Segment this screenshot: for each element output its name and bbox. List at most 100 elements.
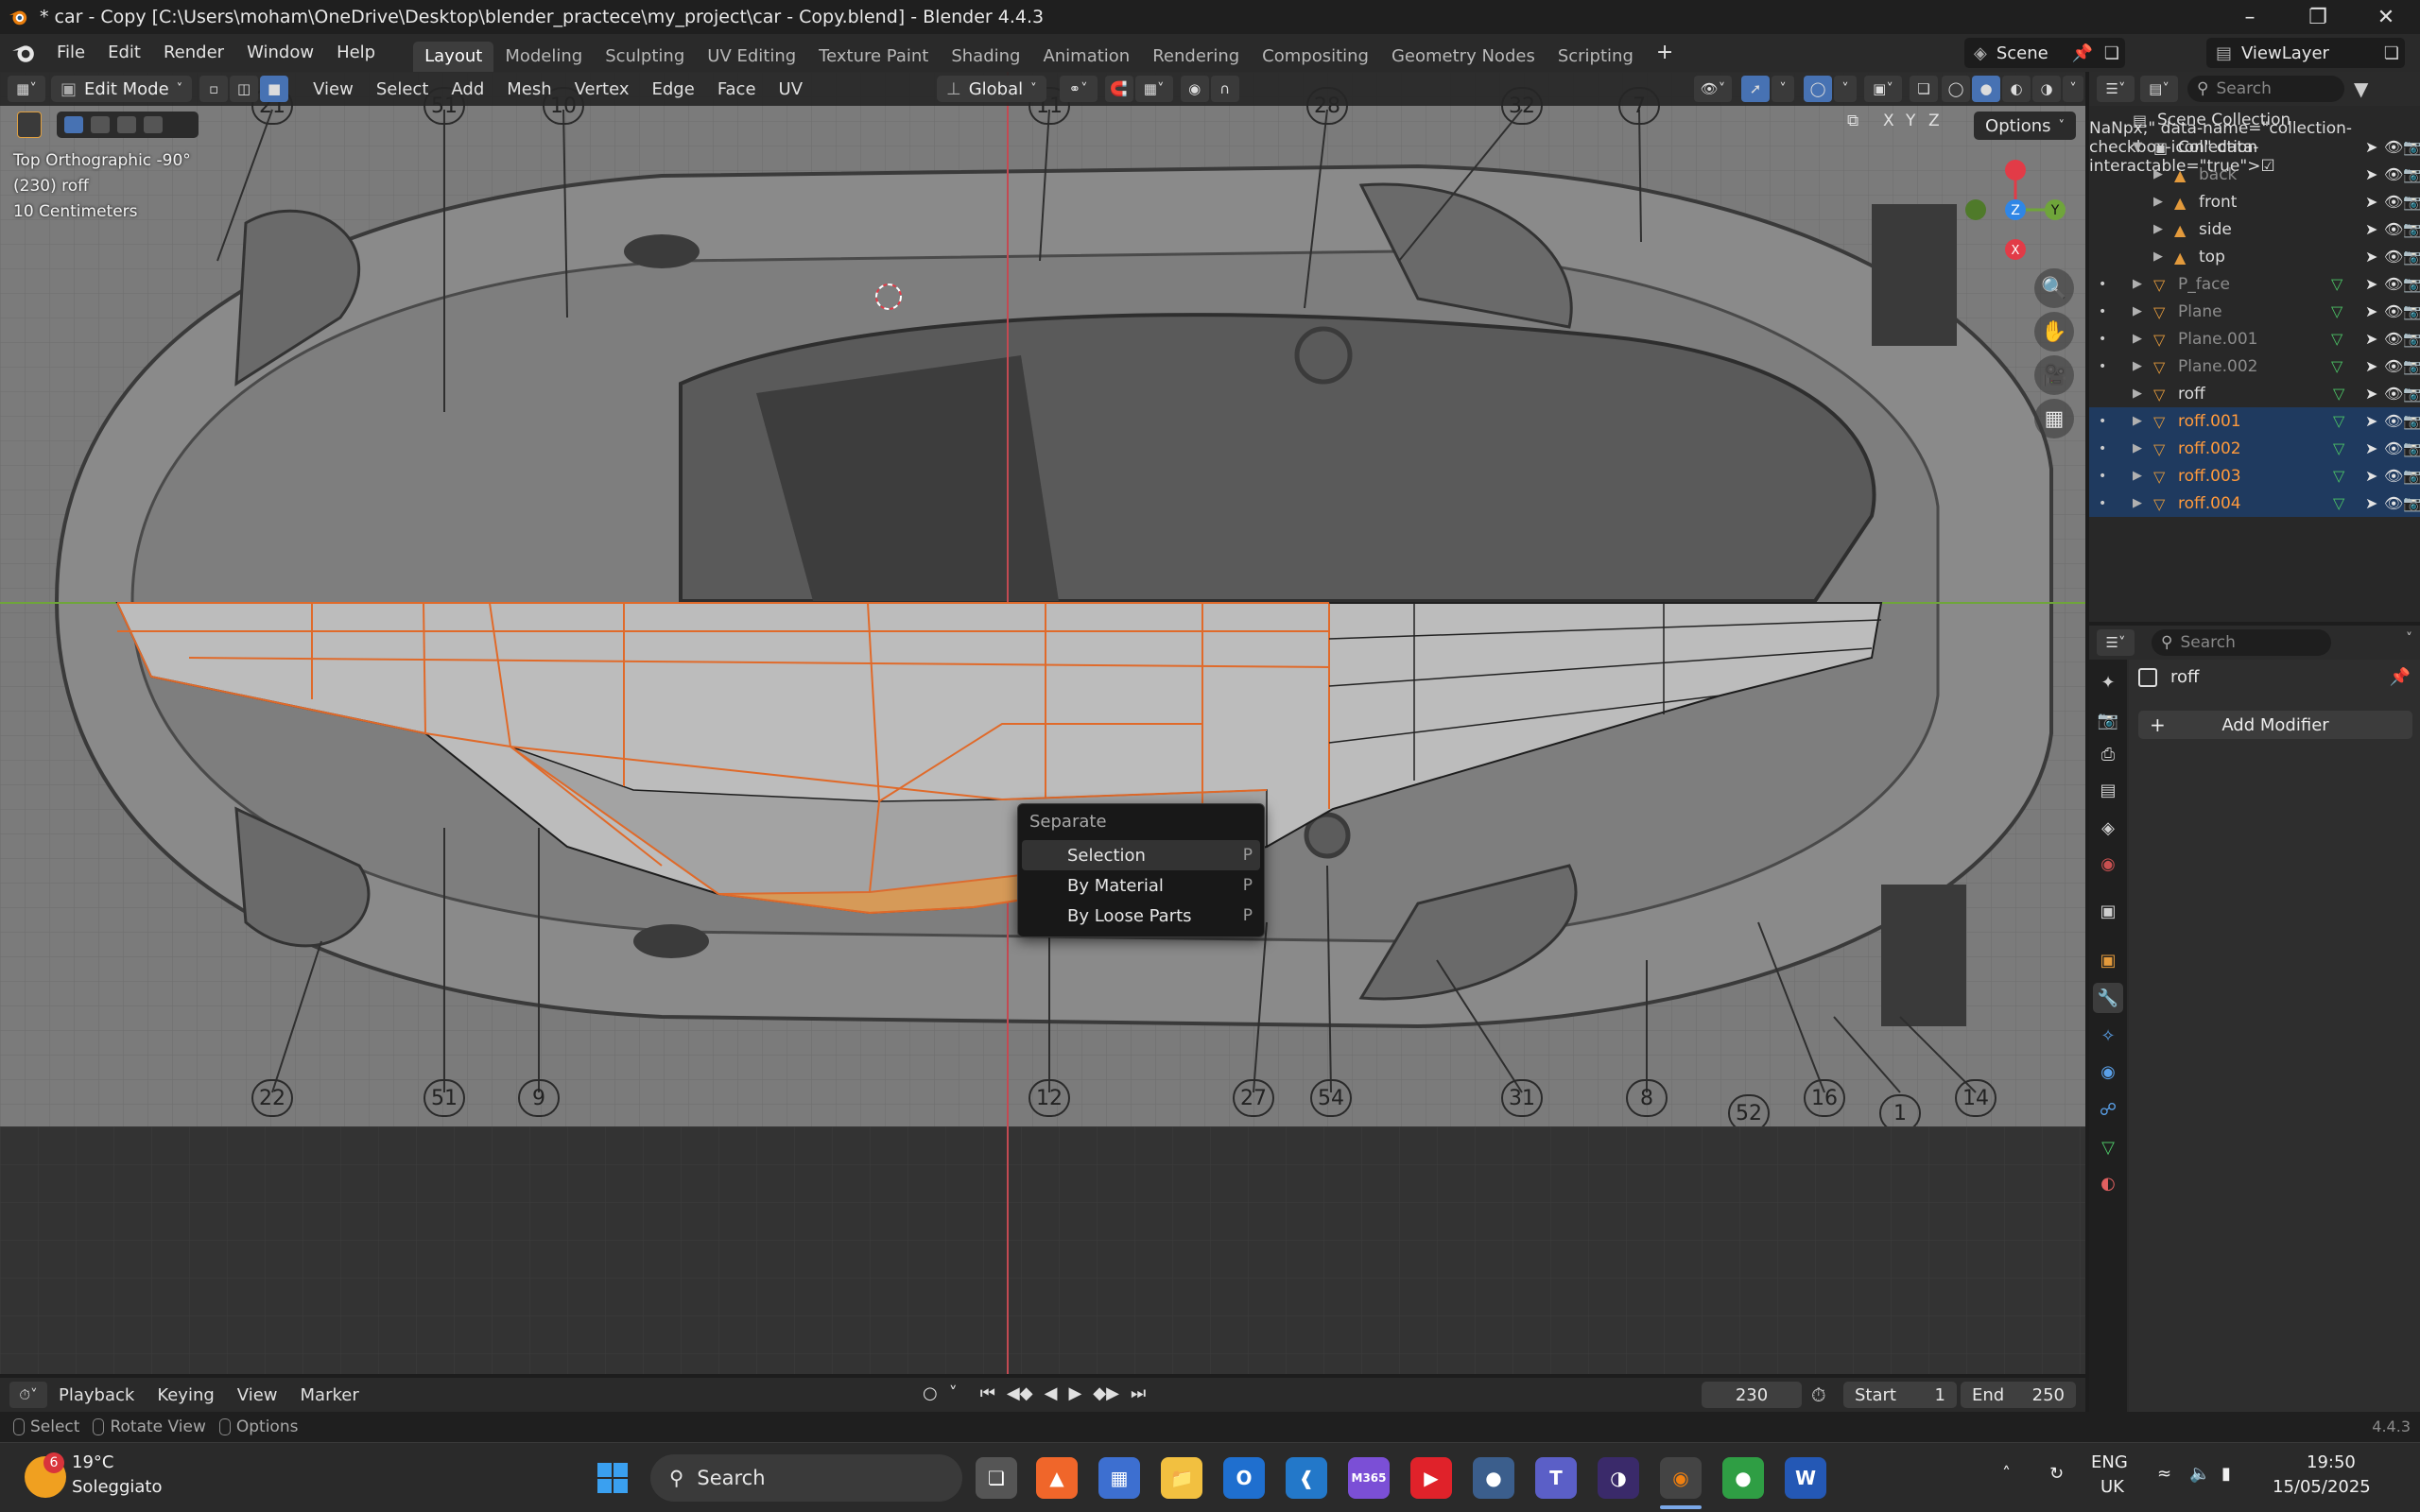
viewport-canvas[interactable]	[0, 72, 2085, 1126]
outliner-row-p-face[interactable]: • ▶ ▽ P_face ▽ ➤ 👁 📷	[2089, 270, 2420, 298]
menu-help[interactable]: Help	[325, 34, 387, 72]
menu-mesh[interactable]: Mesh	[495, 79, 562, 99]
gizmo-y-neg[interactable]	[2005, 160, 2026, 180]
expand-chevron-icon[interactable]: ▶	[2133, 496, 2142, 510]
mesh-data-icon[interactable]: ▽	[2331, 357, 2342, 375]
proportional-edit-icon[interactable]: ◉	[1180, 76, 1209, 102]
options-button[interactable]: Options ˅	[1974, 112, 2076, 140]
menu-vertex[interactable]: Vertex	[563, 79, 641, 99]
select-subtract-icon[interactable]	[117, 116, 136, 133]
eye-icon[interactable]: 👁	[2384, 357, 2403, 375]
mesh-data-icon[interactable]: ▽	[2333, 412, 2344, 430]
edit-dot-icon[interactable]: •	[2099, 359, 2106, 374]
object-tab-icon[interactable]: ▣	[2093, 945, 2123, 975]
expand-chevron-icon[interactable]: ▶	[2153, 195, 2163, 209]
display-mode-icon[interactable]: ▤˅	[2140, 76, 2178, 102]
camera-render-icon[interactable]: 📷	[2403, 165, 2420, 183]
pin-icon[interactable]: 📌	[2072, 43, 2093, 63]
preview-range-icon[interactable]: ⏱	[1811, 1383, 1826, 1406]
tab-sculpting[interactable]: Sculpting	[594, 42, 696, 72]
eye-icon[interactable]: 👁	[2384, 220, 2403, 238]
mode-selector[interactable]: ▣ Edit Mode ˅	[51, 76, 193, 102]
outliner-row-roff-004[interactable]: • ▶ ▽ roff.004 ▽ ➤ 👁 📷	[2089, 490, 2420, 517]
expand-chevron-icon[interactable]: ▶	[2153, 222, 2163, 236]
expand-chevron-icon[interactable]: ▶	[2133, 469, 2142, 483]
eye-icon[interactable]: 👁	[2384, 302, 2403, 320]
expand-chevron-icon[interactable]: ▶	[2153, 249, 2163, 264]
outliner-row-back[interactable]: ▶ ▲ back ➤ 👁 📷	[2089, 161, 2420, 188]
tab-scripting[interactable]: Scripting	[1547, 42, 1645, 72]
outliner-editor-type-icon[interactable]: ☰˅	[2097, 76, 2135, 102]
minimize-button[interactable]: –	[2216, 0, 2284, 34]
eye-icon[interactable]: 👁	[2384, 385, 2403, 403]
selectable-arrow-icon[interactable]: ➤	[2365, 302, 2377, 320]
tab-layout[interactable]: Layout	[413, 42, 494, 72]
youtube-icon[interactable]: ▶	[1410, 1457, 1452, 1499]
selectable-arrow-icon[interactable]: ➤	[2365, 357, 2377, 375]
overlays-dropdown-icon[interactable]: ˅	[1834, 76, 1857, 102]
editor-type-icon[interactable]: ▦˅	[8, 76, 45, 102]
tab-animation[interactable]: Animation	[1031, 42, 1141, 72]
tab-geometry-nodes[interactable]: Geometry Nodes	[1380, 42, 1547, 72]
perspective-toggle-icon[interactable]: ▦	[2034, 399, 2074, 438]
output-tab-icon[interactable]: ⎙	[2093, 739, 2123, 769]
outliner-row-plane-001[interactable]: • ▶ ▽ Plane.001 ▽ ➤ 👁 📷	[2089, 325, 2420, 352]
selectable-arrow-icon[interactable]: ➤	[2365, 275, 2377, 293]
eclipse-icon[interactable]: ◑	[1598, 1457, 1639, 1499]
camera-render-icon[interactable]: 📷	[2403, 302, 2420, 320]
separate-by-material-item[interactable]: By Material P	[1022, 870, 1260, 901]
edit-dot-icon[interactable]: •	[2099, 304, 2106, 319]
tray-chevron-icon[interactable]: ˄	[2002, 1464, 2011, 1484]
shading-dropdown-icon[interactable]: ˅	[2063, 76, 2083, 102]
mesh-edit-overlays-icon[interactable]: ▣˅	[1864, 76, 1902, 102]
data-tab-icon[interactable]: ▽	[2093, 1132, 2123, 1162]
expand-chevron-icon[interactable]: ▶	[2133, 359, 2142, 373]
gizmo-toggle-icon[interactable]: ➚	[1741, 76, 1770, 102]
volume-icon[interactable]: 🔈	[2189, 1464, 2210, 1484]
camera-render-icon[interactable]: 📷	[2403, 193, 2420, 211]
mirror-x-toggle[interactable]: X	[1883, 112, 1894, 130]
camera-render-icon[interactable]: 📷	[2403, 385, 2420, 403]
pivot-point-icon[interactable]: ⚭˅	[1059, 76, 1098, 102]
menu-edge[interactable]: Edge	[641, 79, 706, 99]
edit-dot-icon[interactable]: •	[2099, 414, 2106, 429]
properties-search[interactable]: ⚲ Search	[2152, 629, 2331, 656]
transform-orientation-selector[interactable]: ⊥ Global ˅	[937, 76, 1046, 102]
mirror-y-toggle[interactable]: Y	[1906, 112, 1915, 130]
mesh-data-icon[interactable]: ▽	[2333, 494, 2344, 512]
eye-icon[interactable]: 👁	[2384, 275, 2403, 293]
new-scene-icon[interactable]: ❏	[2104, 43, 2119, 63]
jump-end-icon[interactable]: ⏭	[1131, 1383, 1146, 1403]
snap-target-icon[interactable]: ▦˅	[1134, 76, 1173, 102]
camera-render-icon[interactable]: 📷	[2403, 412, 2420, 430]
add-workspace-button[interactable]: +	[1645, 34, 1685, 72]
add-modifier-button[interactable]: + Add Modifier	[2138, 711, 2412, 739]
properties-editor[interactable]: ☰˅ ⚲ Search ˅ ✦ 📷 ⎙ ▤ ◈ ◉ ▣ ▣ 🔧 ✧ ◉ ☍ ▽ …	[2089, 626, 2420, 1412]
sync-icon[interactable]: ↻	[2049, 1464, 2064, 1484]
edit-dot-icon[interactable]: •	[2099, 496, 2106, 511]
face-select-icon[interactable]: ■	[260, 76, 289, 102]
material-shading-icon[interactable]: ◐	[2002, 76, 2031, 102]
outliner-search[interactable]: ⚲ Search	[2187, 76, 2344, 102]
tab-uv-editing[interactable]: UV Editing	[696, 42, 807, 72]
menu-keying[interactable]: Keying	[146, 1385, 225, 1405]
menu-timeline-view[interactable]: View	[226, 1385, 289, 1405]
eye-icon[interactable]: 👁	[2384, 439, 2403, 457]
current-frame-field[interactable]: 230	[1702, 1382, 1802, 1408]
edit-dot-icon[interactable]: •	[2099, 469, 2106, 484]
expand-chevron-icon[interactable]: ▶	[2133, 304, 2142, 318]
selection-mode-buttons[interactable]	[57, 112, 199, 138]
3d-viewport[interactable]: 21 51 10 11 28 32 7 22 51 9 12 27 54 31 8 52 16 1 14 ▦˅ ▣ …	[0, 72, 2085, 1126]
camera-render-icon[interactable]: 📷	[2403, 357, 2420, 375]
tab-rendering[interactable]: Rendering	[1141, 42, 1251, 72]
pan-hand-icon[interactable]: ✋	[2034, 312, 2074, 352]
battery-icon[interactable]: ▮	[2221, 1464, 2231, 1484]
selectable-arrow-icon[interactable]: ➤	[2365, 467, 2377, 485]
edit-dot-icon[interactable]: •	[2099, 277, 2106, 292]
selectable-arrow-icon[interactable]: ➤	[2365, 193, 2377, 211]
camera-render-icon[interactable]: 📷	[2403, 494, 2420, 512]
vertex-select-icon[interactable]: ▫	[199, 76, 229, 102]
world-tab-icon[interactable]: ◉	[2093, 849, 2123, 879]
m365-copilot-icon[interactable]: M365	[1348, 1457, 1390, 1499]
selectable-arrow-icon[interactable]: ➤	[2365, 439, 2377, 457]
